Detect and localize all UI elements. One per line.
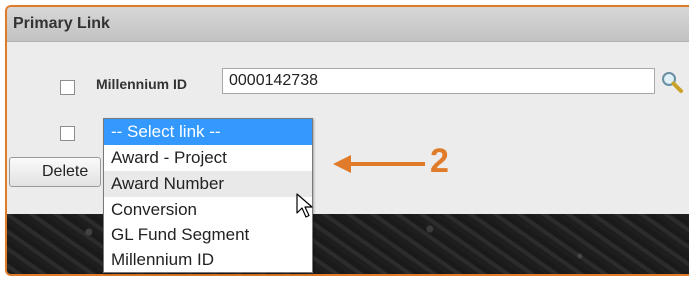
- dropdown-option-conversion[interactable]: Conversion: [104, 197, 312, 223]
- dropdown-option-select-link[interactable]: -- Select link --: [104, 119, 312, 145]
- delete-button[interactable]: Delete: [9, 157, 101, 187]
- mouse-cursor-icon: [295, 193, 315, 219]
- panel-title: Primary Link: [13, 15, 110, 32]
- left-arrow-icon: [333, 153, 428, 175]
- dropdown-option-award-project[interactable]: Award - Project: [104, 145, 312, 171]
- link-type-dropdown-list[interactable]: -- Select link -- Award - Project Award …: [103, 118, 313, 273]
- millennium-id-input[interactable]: [222, 68, 655, 94]
- panel-header: Primary Link: [7, 7, 689, 42]
- row2-checkbox[interactable]: [60, 126, 75, 141]
- magnifier-icon[interactable]: [660, 70, 684, 94]
- dropdown-option-millennium-id[interactable]: Millennium ID: [104, 247, 312, 273]
- row1-checkbox[interactable]: [60, 80, 75, 95]
- millennium-id-label: Millennium ID: [96, 76, 187, 92]
- dropdown-option-award-number[interactable]: Award Number: [104, 171, 312, 197]
- callout-step-number: 2: [430, 142, 449, 180]
- dropdown-option-gl-fund-segment[interactable]: GL Fund Segment: [104, 222, 312, 248]
